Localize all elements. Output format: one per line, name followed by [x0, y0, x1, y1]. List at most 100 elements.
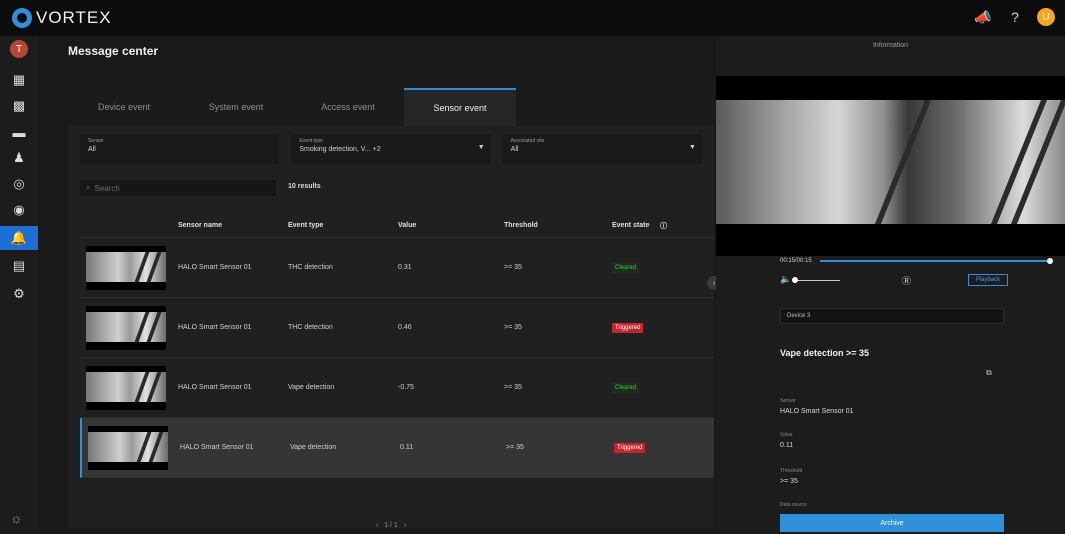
device-select[interactable]: Device 3 [780, 308, 1004, 324]
table-row[interactable]: HALO Smart Sensor 01 Vape detection 0.11… [80, 418, 714, 478]
app-logo[interactable]: VORTEX [12, 8, 112, 28]
event-type-filter[interactable]: Event type Smoking detection, V... +2 ▼ [291, 134, 491, 164]
face-icon[interactable]: ◉ [0, 198, 38, 222]
column-value[interactable]: Value [398, 222, 416, 229]
table-row[interactable]: HALO Smart Sensor 01 THC detection 0.31 … [80, 238, 714, 298]
status-badge: Triggered [614, 442, 646, 453]
megaphone-icon[interactable]: 📣 [973, 7, 993, 27]
dashboard-icon[interactable]: ▦ [0, 68, 38, 92]
copy-icon[interactable]: ⧉ [986, 368, 992, 378]
tab-device-event[interactable]: Device event [68, 88, 180, 126]
event-type-cell: Vape detection [288, 384, 335, 391]
sensor-label: Sensor [780, 398, 796, 404]
value-value: 0.11 [780, 442, 794, 449]
results-count: 10 results [288, 183, 321, 190]
status-badge: Cleared [612, 382, 640, 393]
column-event-state[interactable]: Event state [612, 222, 649, 229]
value-cell: 0.11 [400, 444, 414, 451]
filter-value: All [510, 146, 519, 153]
filter-value: All [88, 146, 96, 153]
value-cell: -0.75 [398, 384, 414, 391]
event-tabs: Device event System event Access event S… [68, 88, 714, 126]
threshold-label: Threshold [780, 468, 803, 474]
grid-icon[interactable]: ▩ [0, 94, 38, 118]
video-timeline[interactable]: 00:15/00:15 [780, 258, 1053, 264]
data-source-label: Data source [780, 502, 807, 508]
theme-toggle-icon[interactable]: ☼ [10, 510, 23, 526]
info-icon[interactable]: ⓘ [660, 221, 667, 231]
filter-label: Associated site [510, 138, 545, 144]
column-threshold[interactable]: Threshold [504, 222, 538, 229]
threshold-cell: >= 35 [506, 444, 524, 451]
event-type-cell: THC detection [288, 324, 333, 331]
video-player[interactable] [716, 76, 1065, 256]
top-bar: VORTEX 📣 ? U [0, 0, 1065, 36]
event-type-cell: THC detection [288, 264, 333, 271]
search-icon: ⌕ [86, 183, 91, 192]
volume-slider[interactable] [794, 280, 840, 281]
page-title: Message center [68, 44, 159, 58]
user-avatar[interactable]: T [10, 40, 28, 58]
threshold-cell: >= 35 [504, 384, 522, 391]
message-center: Message center Device event System event… [38, 36, 716, 534]
table-row[interactable]: HALO Smart Sensor 01 THC detection 0.46 … [80, 298, 714, 358]
tab-access-event[interactable]: Access event [292, 88, 404, 126]
account-avatar[interactable]: U [1037, 8, 1055, 26]
associated-site-filter[interactable]: Associated site All ▼ [502, 134, 702, 164]
sensor-name-cell: HALO Smart Sensor 01 [178, 384, 252, 391]
chevron-down-icon: ▼ [477, 144, 485, 151]
event-thumbnail [86, 366, 166, 410]
camera-icon[interactable]: ▬ [0, 120, 38, 144]
video-frame [716, 100, 1065, 224]
panel-title: Information [872, 42, 909, 49]
bell-icon[interactable]: 🔔 [0, 226, 38, 250]
chevron-down-icon: ▼ [689, 144, 696, 151]
archive-button[interactable]: Archive [780, 514, 1004, 532]
pagination: ‹ 1 / 1 › [68, 516, 714, 534]
sensor-value: HALO Smart Sensor 01 [780, 408, 854, 415]
sensor-filter[interactable]: Sensor All [80, 134, 280, 164]
app-name: VORTEX [36, 8, 112, 27]
filter-label: Sensor [88, 138, 104, 144]
record-icon[interactable]: Ⓡ [902, 274, 911, 287]
user-icon[interactable]: ♟ [0, 146, 38, 170]
settings-icon[interactable]: ⚙ [0, 282, 38, 306]
events-panel: Device event System event Access event S… [68, 88, 714, 528]
column-event-type[interactable]: Event type [288, 222, 323, 229]
help-icon[interactable]: ? [1005, 7, 1025, 27]
table-header: Sensor name Event type Value Threshold E… [80, 214, 714, 238]
tab-sensor-event[interactable]: Sensor event [404, 88, 516, 126]
volume-knob[interactable] [792, 277, 798, 283]
threshold-value: >= 35 [780, 478, 798, 485]
filter-label: Event type [299, 138, 323, 144]
value-label: Value [780, 432, 793, 438]
search-input[interactable]: ⌕ Search [80, 180, 276, 196]
time-readout: 00:15/00:15 [780, 258, 812, 264]
sidebar: T ▦ ▩ ▬ ♟ ◎ ◉ 🔔 ▤ ⚙ ☼ [0, 36, 38, 534]
status-badge: Triggered [612, 322, 644, 333]
column-sensor-name[interactable]: Sensor name [178, 222, 222, 229]
event-thumbnail [86, 306, 166, 350]
threshold-cell: >= 35 [504, 324, 522, 331]
event-thumbnail [88, 426, 168, 470]
sensor-name-cell: HALO Smart Sensor 01 [180, 444, 254, 451]
timeline-track[interactable] [819, 258, 1053, 264]
tab-system-event[interactable]: System event [180, 88, 292, 126]
event-thumbnail [86, 246, 166, 290]
video-controls: 🔈 Ⓡ Playback [780, 274, 1050, 288]
volume-icon[interactable]: 🔈 [780, 274, 791, 285]
prev-page-button[interactable]: ‹ [376, 522, 378, 529]
table-row[interactable]: HALO Smart Sensor 01 Vape detection -0.7… [80, 358, 714, 418]
filter-bar: Sensor All Event type Smoking detection,… [80, 134, 702, 164]
timeline-knob[interactable] [1047, 258, 1053, 264]
sensor-name-cell: HALO Smart Sensor 01 [178, 264, 252, 271]
archive-icon[interactable]: ▤ [0, 254, 38, 278]
event-type-cell: Vape detection [290, 444, 337, 451]
playback-button[interactable]: Playback [968, 274, 1008, 286]
status-badge: Cleared [612, 262, 640, 273]
target-icon[interactable]: ◎ [0, 172, 38, 196]
page-indicator: 1 / 1 [384, 521, 398, 529]
value-cell: 0.46 [398, 324, 412, 331]
threshold-cell: >= 35 [504, 264, 522, 271]
next-page-button[interactable]: › [404, 522, 406, 529]
